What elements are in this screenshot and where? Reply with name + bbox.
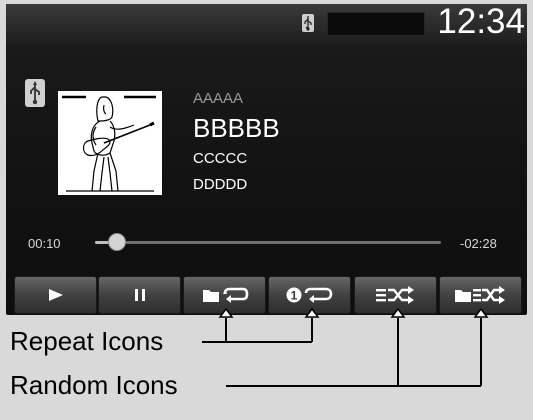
repeat-icons-callout: Repeat Icons (10, 326, 164, 356)
audio-screen: 12:34 AAAAA BBBBB CCCCC DDDDD 00:10 -02:… (0, 0, 533, 321)
play-icon (48, 289, 63, 301)
play-button[interactable] (14, 276, 97, 314)
usb-source-icon (25, 79, 45, 107)
repeat-one-button[interactable]: 1 (268, 276, 351, 314)
random-folder-button[interactable] (439, 276, 522, 314)
list-shuffle-icon (375, 286, 414, 304)
remaining-time: -02:28 (460, 236, 497, 251)
repeat-one-icon: 1 (286, 287, 332, 303)
pause-icon (134, 289, 145, 301)
repeat-folder-button[interactable] (183, 276, 266, 314)
track-title: BBBBB (193, 113, 280, 143)
progress-track[interactable] (95, 233, 441, 251)
random-icons-callout: Random Icons (10, 370, 178, 400)
status-placeholder (327, 12, 425, 36)
album-art (58, 91, 162, 195)
clock: 12:34 (437, 2, 525, 41)
elapsed-time: 00:10 (28, 236, 61, 251)
progress-thumb[interactable] (107, 233, 126, 251)
track-line-a: AAAAA (193, 90, 244, 107)
folder-repeat-icon (202, 287, 248, 303)
folder-shuffle-icon (454, 286, 505, 304)
random-list-button[interactable] (354, 276, 437, 314)
usb-icon (302, 14, 314, 32)
track-line-d: DDDDD (193, 176, 248, 193)
track-line-c: CCCCC (193, 150, 248, 167)
pause-button[interactable] (98, 276, 181, 314)
svg-text:1: 1 (290, 289, 297, 303)
